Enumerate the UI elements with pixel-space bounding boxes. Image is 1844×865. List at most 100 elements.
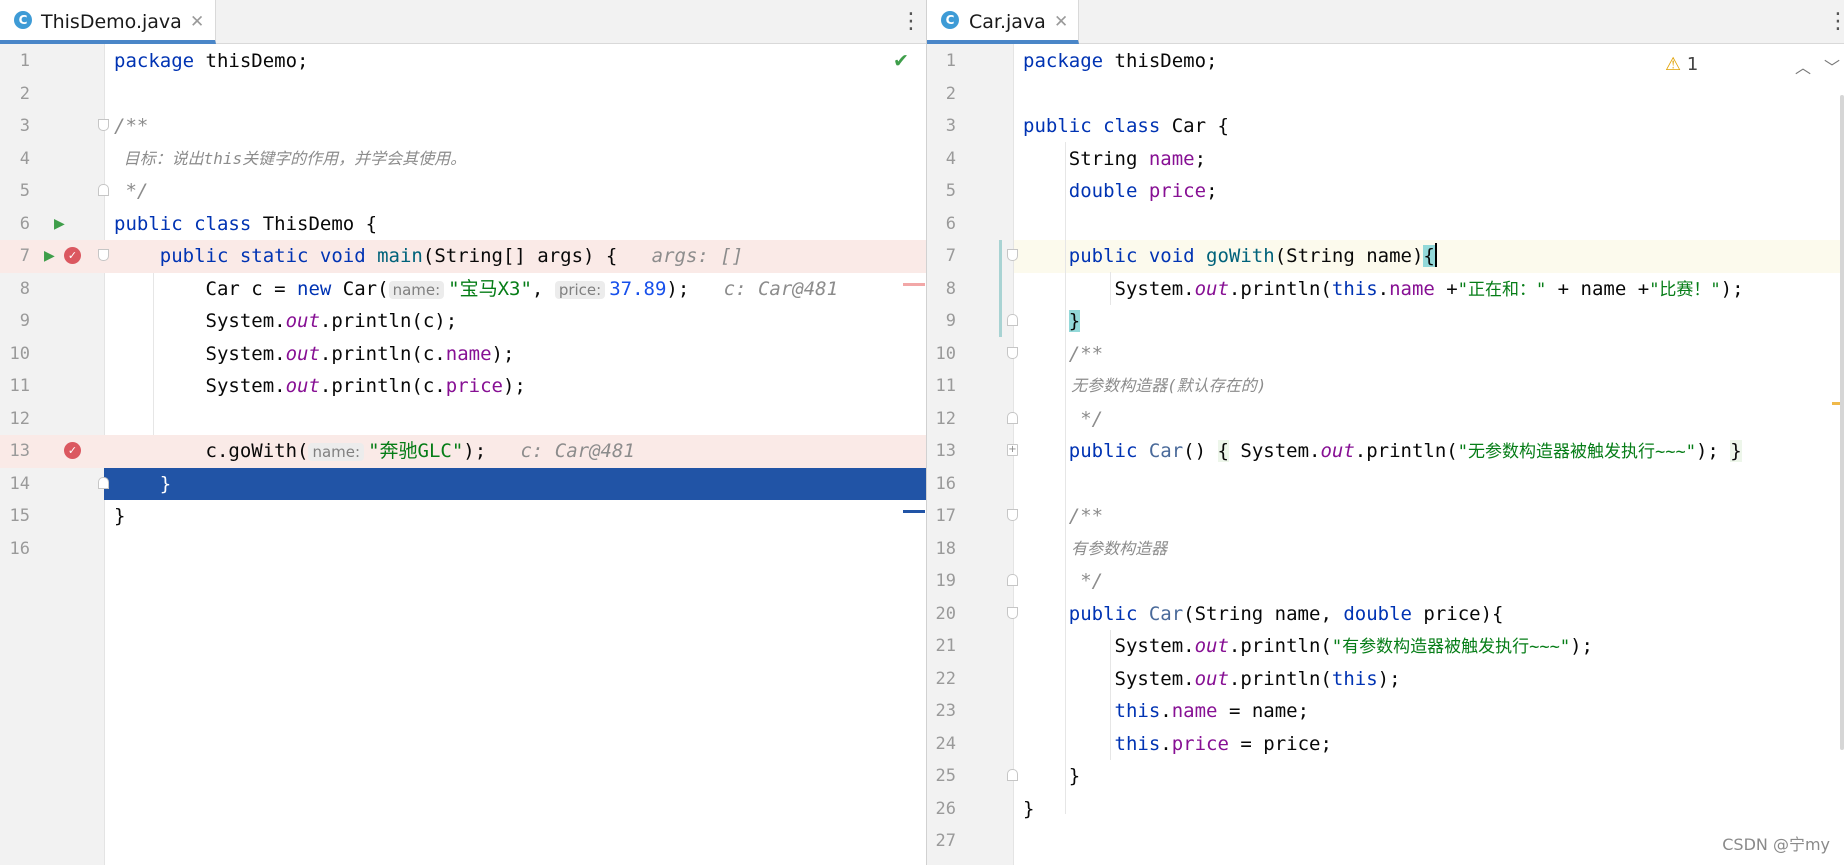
code-line-caret[interactable]: 7 public void goWith(String name){ [927,240,1844,273]
run-icon[interactable]: ▶ [54,217,65,231]
code-line[interactable]: 21 System.out.println("有参数构造器被触发执行~~~"); [927,630,1844,663]
code-line[interactable]: 8 Car c = new Car(name: "宝马X3", price: 37.… [0,273,926,306]
tab-menu-icon[interactable]: ⋮ [1827,9,1844,35]
code-text: public static void main(String[] args) {… [114,240,743,273]
code-line[interactable]: 12 */ [927,403,1844,436]
line-number: 12 [9,408,30,429]
line-number: 2 [19,83,30,104]
code-token: = name; [1217,700,1310,722]
code-line[interactable]: 19 */ [927,565,1844,598]
fold-icon[interactable] [1007,249,1018,261]
line-number: 3 [19,116,30,136]
code-line-execution-point[interactable]: 14 } [0,467,926,500]
close-icon[interactable]: ✕ [1054,11,1068,33]
code-line[interactable]: 16 [927,468,1844,501]
code-line[interactable]: 3 public class Car { [927,110,1844,143]
code-line[interactable]: 17 /** [927,500,1844,533]
code-token: c.goWith( [114,440,309,462]
close-icon[interactable]: ✕ [190,11,204,33]
fold-icon[interactable] [98,476,109,489]
code-line[interactable]: 24 this.price = price; [927,728,1844,761]
code-line[interactable]: 13 + public Car() { System.out.println("… [927,435,1844,468]
code-token: + [1434,277,1458,300]
code-line[interactable]: 22 System.out.println(this); [927,663,1844,696]
code-line-breakpoint[interactable]: 7 ▶ ✓ public static void main(String[] a… [0,240,926,273]
tab-car-java[interactable]: C Car.java ✕ [927,0,1079,44]
fold-icon[interactable] [1007,346,1018,359]
code-token: .println(c. [319,375,446,397]
code-line[interactable]: 6 [927,208,1844,241]
code-line[interactable]: 10 System.out.println(c.name); [0,338,926,371]
code-line[interactable]: 2 [0,78,926,111]
code-line[interactable]: 20 public Car(String name, double price)… [927,598,1844,631]
fold-icon[interactable] [98,119,109,131]
keyword: double [1343,602,1412,625]
code-line[interactable]: 10 /** [927,338,1844,371]
tab-menu-icon[interactable]: ⋮ [900,9,922,35]
code-line[interactable]: 27 [927,825,1844,858]
line-number: 11 [935,376,956,396]
line-number: 1 [945,51,956,71]
line-number: 25 [935,766,956,786]
code-line[interactable]: 16 [0,533,926,566]
code-line[interactable]: 8 System.out.println(this.name +"正在和：" +… [927,273,1844,306]
keyword: new [297,277,332,300]
run-icon[interactable]: ▶ [44,249,55,263]
code-line[interactable]: 4 目标：说出this关键字的作用，并学会其使用。 [0,143,926,176]
code-line[interactable]: 6 ▶ public class ThisDemo { [0,208,926,241]
fold-expand-icon[interactable]: + [1007,444,1018,456]
fold-icon[interactable] [1007,769,1018,781]
line-number: 17 [935,506,956,526]
line-number: 27 [935,831,956,851]
code-token: .println( [1228,635,1332,657]
code-line[interactable]: 23 this.name = name; [927,695,1844,728]
code-line[interactable]: 9 } [927,305,1844,338]
code-line[interactable]: 3 /** [0,110,926,143]
code-line[interactable]: 18 有参数构造器 [927,533,1844,566]
code-text: } [1023,765,1081,787]
code-line[interactable]: 15 } [0,500,926,533]
code-line[interactable]: 4 String name; [927,143,1844,176]
code-line[interactable]: 25 } [927,760,1844,793]
keyword: package [1023,50,1104,72]
code-token: (String name, [1183,602,1344,625]
line-number: 1 [19,51,30,71]
code-line[interactable]: 26 } [927,793,1844,826]
fold-icon[interactable] [98,249,109,261]
fold-icon[interactable] [98,184,109,196]
code-line[interactable]: 1 package thisDemo; [927,45,1844,78]
code-line[interactable]: 5 */ [0,175,926,208]
fold-icon[interactable] [1007,509,1018,521]
code-line[interactable]: 11 无参数构造器(默认存在的) [927,370,1844,403]
keyword: double [1068,180,1138,202]
tab-thisdemo-java[interactable]: C ThisDemo.java ✕ [0,0,216,44]
code-line[interactable]: 2 [927,78,1844,111]
code-text: public class ThisDemo { [114,208,377,241]
breakpoint-check-icon[interactable]: ✓ [64,442,81,459]
code-token: System. [114,375,286,397]
code-text: } [1023,305,1081,338]
java-class-icon: C [941,11,959,29]
string-literal: "奔驰GLC" [368,440,464,462]
fold-icon[interactable] [1007,411,1018,424]
editor-pane-thisdemo[interactable]: C ThisDemo.java ✕ ⋮ ✔ 1 package thisDemo… [0,0,926,865]
code-line[interactable]: 11 System.out.println(c.price); [0,370,926,403]
breakpoint-check-icon[interactable]: ✓ [64,247,81,264]
editor-pane-car[interactable]: C Car.java ✕ ⋮ ⚠ 1 ︿ ﹀ 1 package thisDem… [927,0,1844,865]
line-number: 15 [9,506,30,526]
debug-value-hint: args: [] [651,245,744,267]
code-text: } [114,472,172,495]
code-line[interactable]: 9 System.out.println(c); [0,305,926,338]
matched-brace: { [1423,245,1435,267]
code-line[interactable]: 12 [0,403,926,436]
code-text: System.out.println("有参数构造器被触发执行~~~"); [1023,630,1593,664]
fold-icon[interactable] [1007,574,1018,586]
tab-title: Car.java [969,11,1046,33]
code-line-breakpoint[interactable]: 13 ✓ c.goWith(name: "奔驰GLC"); c: Car@481 [0,435,926,468]
fold-icon[interactable] [1007,606,1018,619]
fold-icon[interactable] [1007,314,1018,326]
code-line[interactable]: 1 package thisDemo; [0,45,926,78]
code-line[interactable]: 5 double price; [927,175,1844,208]
comment: 有参数构造器 [1023,538,1168,558]
